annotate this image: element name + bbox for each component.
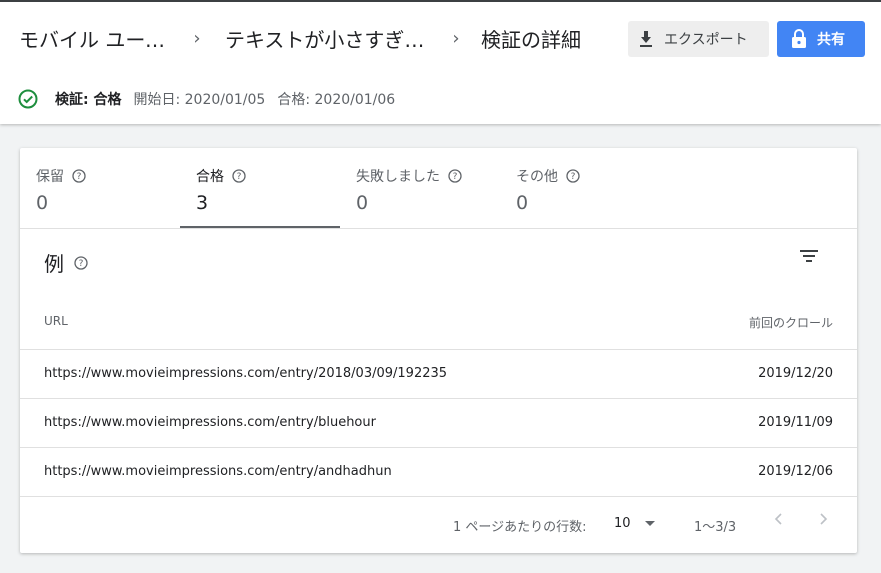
- tab-label: 失敗しました: [356, 169, 440, 185]
- help-icon[interactable]: ?: [72, 169, 86, 183]
- tab-count: 0: [516, 192, 529, 214]
- pass-date: 合格: 2020/01/06: [277, 92, 396, 108]
- row-date: 2019/12/06: [758, 464, 833, 479]
- svg-text:?: ?: [77, 172, 82, 182]
- filter-icon[interactable]: [800, 248, 818, 264]
- tab-passed[interactable]: 合格 ? 3: [180, 148, 340, 228]
- chevron-right-icon[interactable]: [816, 511, 830, 527]
- tab-label: その他: [516, 169, 558, 185]
- breadcrumb-text-too-small[interactable]: テキストが小さすぎて読めません: [225, 24, 431, 53]
- page-range: 1～3/3: [694, 520, 737, 535]
- tab-pending[interactable]: 保留 ? 0: [20, 148, 180, 229]
- svg-text:?: ?: [237, 172, 242, 182]
- row-url: https://www.movieimpressions.com/entry/2…: [44, 366, 448, 381]
- breadcrumb-mobile-usability[interactable]: モバイル ユーザビリティ: [19, 24, 169, 53]
- validation-label: 検証: 合格: [55, 92, 122, 108]
- tab-label: 合格: [196, 169, 224, 185]
- share-button-label: 共有: [817, 32, 845, 48]
- validation-card: 保留 ? 0 合格 ? 3 失敗しました ? 0 その他 ? 0 例 ? URL…: [20, 148, 857, 553]
- table-row[interactable]: https://www.movieimpressions.com/entry/a…: [20, 447, 857, 496]
- examples-table: https://www.movieimpressions.com/entry/2…: [20, 349, 857, 497]
- row-date: 2019/12/20: [758, 366, 833, 381]
- examples-title: 例 ?: [44, 248, 88, 277]
- rows-per-page-label: 1 ページあたりの行数:: [453, 520, 587, 535]
- share-button[interactable]: 共有: [777, 21, 865, 57]
- help-icon[interactable]: ?: [232, 169, 246, 183]
- pagination: 1 ページあたりの行数: 10 1～3/3: [20, 496, 857, 553]
- tab-count: 0: [356, 192, 369, 214]
- top-bar: モバイル ユーザビリティ › テキストが小さすぎて読めません › 検証の詳細 エ…: [0, 0, 881, 124]
- column-header-last-crawl[interactable]: 前回のクロール: [749, 314, 833, 331]
- page-title: 検証の詳細: [481, 28, 581, 52]
- rows-per-page-select[interactable]: 10: [614, 516, 631, 531]
- validation-status: 検証: 合格 開始日: 2020/01/05 合格: 2020/01/06: [18, 89, 395, 109]
- download-icon: [640, 31, 652, 47]
- table-row[interactable]: https://www.movieimpressions.com/entry/2…: [20, 349, 857, 398]
- export-button-label: エクスポート: [664, 32, 748, 48]
- examples-title-text: 例: [44, 252, 64, 276]
- dropdown-arrow-icon[interactable]: [644, 516, 656, 530]
- tab-count: 3: [196, 192, 209, 214]
- export-button[interactable]: エクスポート: [628, 21, 769, 57]
- start-date: 開始日: 2020/01/05: [133, 92, 266, 108]
- tab-failed[interactable]: 失敗しました ? 0: [340, 148, 500, 229]
- tab-other[interactable]: その他 ? 0: [500, 148, 660, 229]
- tab-count: 0: [36, 192, 49, 214]
- row-url: https://www.movieimpressions.com/entry/a…: [44, 464, 392, 479]
- help-icon[interactable]: ?: [74, 255, 88, 270]
- tab-label: 保留: [36, 169, 64, 185]
- help-icon[interactable]: ?: [566, 169, 580, 183]
- breadcrumb: モバイル ユーザビリティ › テキストが小さすぎて読めません › 検証の詳細: [19, 24, 581, 53]
- svg-text:?: ?: [571, 172, 576, 182]
- svg-text:?: ?: [79, 259, 84, 269]
- row-url: https://www.movieimpressions.com/entry/b…: [44, 415, 376, 430]
- check-circle-icon: [18, 89, 38, 109]
- table-row[interactable]: https://www.movieimpressions.com/entry/b…: [20, 398, 857, 447]
- chevron-right-icon: ›: [193, 28, 201, 49]
- lock-icon: [792, 29, 806, 48]
- status-tabs: 保留 ? 0 合格 ? 3 失敗しました ? 0 その他 ? 0: [20, 148, 857, 229]
- chevron-left-icon[interactable]: [772, 511, 786, 527]
- column-header-url[interactable]: URL: [44, 314, 68, 328]
- svg-text:?: ?: [453, 172, 458, 182]
- help-icon[interactable]: ?: [448, 169, 462, 183]
- row-date: 2019/11/09: [758, 415, 833, 430]
- chevron-right-icon: ›: [452, 28, 460, 49]
